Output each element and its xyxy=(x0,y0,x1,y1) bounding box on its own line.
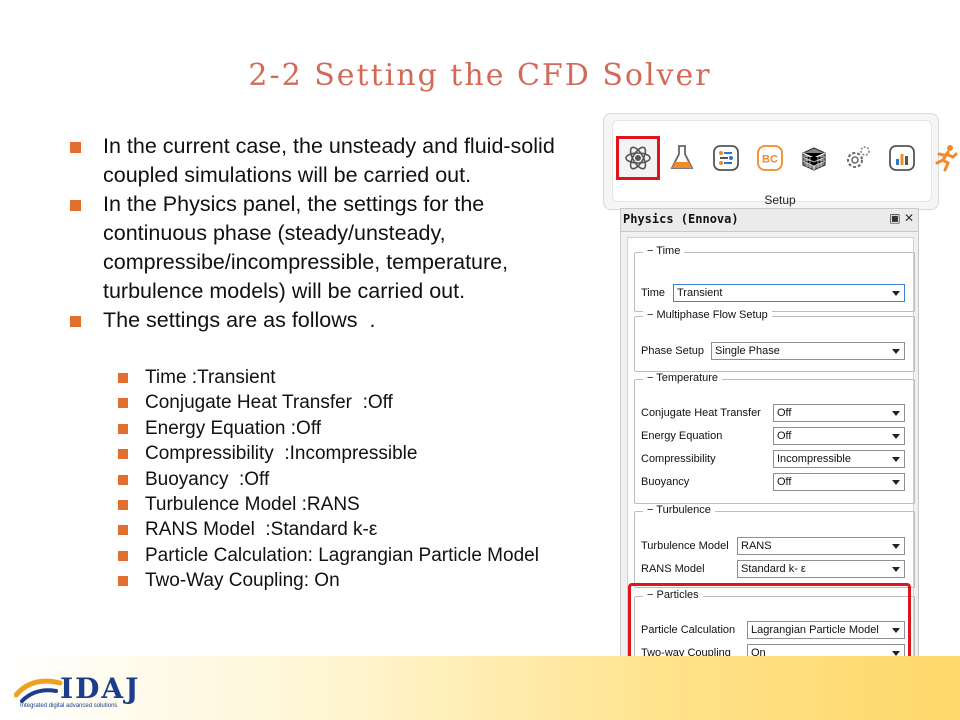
sub-bullet-list: Time :Transient Conjugate Heat Transfer … xyxy=(118,365,598,594)
conjugate-heat-transfer-select[interactable]: Off xyxy=(773,404,905,422)
run-button[interactable] xyxy=(927,139,960,177)
mesh-button[interactable] xyxy=(795,139,833,177)
sub-bullet-item: Buoyancy :Off xyxy=(118,467,598,492)
time-group: − Time Time Transient xyxy=(634,245,915,312)
sub-bullet-item: Time :Transient xyxy=(118,365,598,390)
chevron-down-icon xyxy=(892,349,900,354)
material-button[interactable] xyxy=(663,139,701,177)
panel-header: Physics (Ennova) ▣ ✕ xyxy=(621,209,918,232)
chart-icon xyxy=(889,145,915,171)
physics-button[interactable] xyxy=(616,136,660,180)
sub-bullet-item: Energy Equation :Off xyxy=(118,416,598,441)
flow-icon xyxy=(713,145,739,171)
bullet-item: In the Physics panel, the settings for t… xyxy=(70,190,590,306)
select-value: Incompressible xyxy=(777,453,851,465)
rans-model-label: RANS Model xyxy=(641,563,705,575)
bullet-marker xyxy=(118,550,128,561)
gears-icon xyxy=(847,146,870,168)
buoyancy-label: Buoyancy xyxy=(641,476,690,488)
bullet-marker xyxy=(118,449,128,460)
select-value: Off xyxy=(777,476,792,488)
particles-highlight xyxy=(628,583,911,666)
toolbar-group-label: Setup xyxy=(764,193,796,207)
multiphase-group: − Multiphase Flow Setup Phase Setup Sing… xyxy=(634,309,915,372)
chevron-down-icon xyxy=(892,457,900,462)
flow-button[interactable] xyxy=(707,139,745,177)
chevron-down-icon xyxy=(892,411,900,416)
sub-bullet-item: Conjugate Heat Transfer :Off xyxy=(118,390,598,415)
chevron-down-icon xyxy=(892,434,900,439)
bullet-marker xyxy=(118,423,128,434)
turbulence-group-header[interactable]: − Turbulence xyxy=(643,504,715,516)
conjugate-heat-transfer-label: Conjugate Heat Transfer xyxy=(641,407,761,419)
time-group-header[interactable]: − Time xyxy=(643,245,685,257)
buoyancy-select[interactable]: Off xyxy=(773,473,905,491)
svg-text:BC: BC xyxy=(762,154,778,166)
bullet-item: In the current case, the unsteady and fl… xyxy=(70,132,590,190)
chevron-down-icon xyxy=(892,567,900,572)
bullet-marker xyxy=(118,500,128,511)
time-select[interactable]: Transient xyxy=(673,284,905,302)
phase-setup-label: Phase Setup xyxy=(641,345,704,357)
compressibility-label: Compressibility xyxy=(641,453,716,465)
bullet-marker xyxy=(70,200,81,211)
turbulence-group: − Turbulence Turbulence Model RANS RANS … xyxy=(634,504,915,588)
sub-bullet-item: RANS Model :Standard k-ε xyxy=(118,517,598,542)
panel-controls[interactable]: ▣ ✕ xyxy=(889,211,914,225)
select-value: Standard k- ε xyxy=(741,563,806,575)
monitor-button[interactable] xyxy=(883,139,921,177)
bullet-item: The settings are as follows . xyxy=(70,306,590,335)
runner-icon xyxy=(935,145,958,172)
flask-icon xyxy=(670,145,694,169)
solver-settings-button[interactable] xyxy=(839,139,877,177)
bullet-marker xyxy=(70,316,81,327)
sub-bullet-item: Compressibility :Incompressible xyxy=(118,441,598,466)
boundary-conditions-button[interactable]: BC xyxy=(751,139,789,177)
grid-cube-icon xyxy=(802,147,826,171)
panel-title: Physics (Ennova) xyxy=(623,212,739,226)
bullet-list: In the current case, the unsteady and fl… xyxy=(70,132,590,335)
bullet-marker xyxy=(118,398,128,409)
bullet-marker xyxy=(118,576,128,587)
phase-setup-select[interactable]: Single Phase xyxy=(711,342,905,360)
sub-bullet-item: Turbulence Model :RANS xyxy=(118,492,598,517)
rans-model-select[interactable]: Standard k- ε xyxy=(737,560,905,578)
energy-equation-select[interactable]: Off xyxy=(773,427,905,445)
turbulence-model-select[interactable]: RANS xyxy=(737,537,905,555)
slide-title: 2-2 Setting the CFD Solver xyxy=(248,58,712,93)
time-label: Time xyxy=(641,287,666,299)
atom-icon xyxy=(625,146,651,170)
phase-setup-value: Single Phase xyxy=(715,345,780,357)
select-value: Off xyxy=(777,430,792,442)
turbulence-model-label: Turbulence Model xyxy=(641,540,729,552)
logo-text: IDAJ xyxy=(60,672,141,705)
chevron-down-icon xyxy=(892,291,900,296)
select-value: Off xyxy=(777,407,792,419)
toolbar-icons: BC xyxy=(616,136,960,180)
bullet-marker xyxy=(118,373,128,383)
time-select-value: Transient xyxy=(677,287,723,299)
bullet-marker xyxy=(118,525,128,536)
bullet-marker xyxy=(70,142,81,153)
temperature-group-header[interactable]: − Temperature xyxy=(643,372,723,384)
sub-bullet-item: Two-Way Coupling: On xyxy=(118,568,598,593)
chevron-down-icon xyxy=(892,544,900,549)
bc-icon: BC xyxy=(757,145,783,171)
multiphase-group-header[interactable]: − Multiphase Flow Setup xyxy=(643,309,772,321)
chevron-down-icon xyxy=(892,480,900,485)
sub-bullet-item: Particle Calculation: Lagrangian Particl… xyxy=(118,543,598,568)
bullet-marker xyxy=(118,474,128,485)
compressibility-select[interactable]: Incompressible xyxy=(773,450,905,468)
toolbar-inner: BC Setup xyxy=(612,120,958,207)
setup-toolbar: BC Setup xyxy=(603,113,958,210)
temperature-group: − Temperature Conjugate Heat Transfer Of… xyxy=(634,372,915,504)
select-value: RANS xyxy=(741,540,772,552)
logo-tagline: Integrated digital advanced solutions xyxy=(20,703,118,709)
energy-equation-label: Energy Equation xyxy=(641,430,723,442)
